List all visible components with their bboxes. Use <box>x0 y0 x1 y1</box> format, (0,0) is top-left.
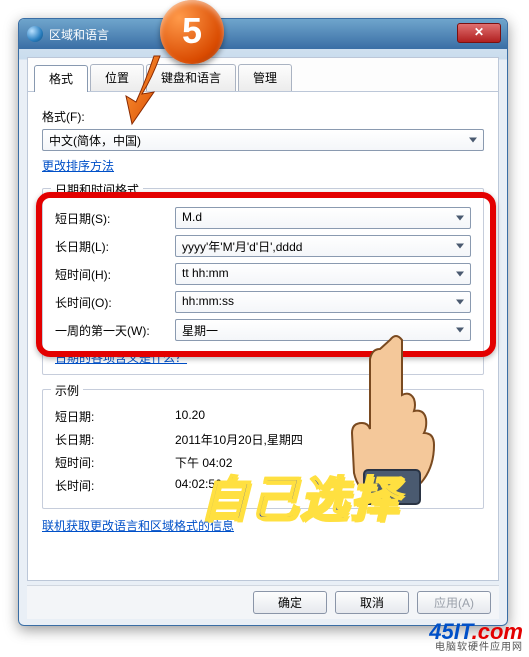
ex-short-time-value: 下午 04:02 <box>175 454 471 471</box>
combo-short-date[interactable]: M.d <box>175 207 471 229</box>
datetime-group-title: 日期和时间格式 <box>51 181 143 198</box>
ex-long-time-value: 04:02:56 <box>175 477 471 494</box>
ex-long-date-label: 长日期: <box>55 431 175 448</box>
row-short-date: 短日期(S): M.d <box>55 207 471 229</box>
label-long-time: 长时间(O): <box>55 294 175 311</box>
cancel-button[interactable]: 取消 <box>335 591 409 614</box>
format-pane: 格式(F): 中文(简体，中国) 更改排序方法 日期和时间格式 短日期(S): … <box>28 92 498 542</box>
combo-long-time-value: hh:mm:ss <box>182 294 234 308</box>
client-area: 格式 位置 键盘和语言 管理 格式(F): 中文(简体，中国) 更改排序方法 日… <box>27 57 499 581</box>
apply-button[interactable]: 应用(A) <box>417 591 491 614</box>
online-info-link[interactable]: 联机获取更改语言和区域格式的信息 <box>42 519 234 533</box>
row-long-date: 长日期(L): yyyy'年'M'月'd'日',dddd <box>55 235 471 257</box>
format-combo[interactable]: 中文(简体，中国) <box>42 129 484 151</box>
row-first-day: 一周的第一天(W): 星期一 <box>55 319 471 341</box>
label-long-date: 长日期(L): <box>55 238 175 255</box>
step-badge: 5 <box>160 0 224 64</box>
row-short-time: 短时间(H): tt hh:mm <box>55 263 471 285</box>
examples-title: 示例 <box>51 382 83 399</box>
titlebar: 区域和语言 ✕ <box>19 19 507 49</box>
globe-icon <box>27 26 43 42</box>
ok-button[interactable]: 确定 <box>253 591 327 614</box>
format-label: 格式(F): <box>42 108 484 125</box>
dialog-buttons: 确定 取消 应用(A) <box>27 585 499 619</box>
combo-short-time[interactable]: tt hh:mm <box>175 263 471 285</box>
date-meaning-link[interactable]: 日期的各项含义是什么？ <box>55 351 187 365</box>
close-button[interactable]: ✕ <box>457 23 501 43</box>
label-short-date: 短日期(S): <box>55 210 175 227</box>
change-sort-link[interactable]: 更改排序方法 <box>42 159 114 173</box>
combo-long-date-value: yyyy'年'M'月'd'日',dddd <box>182 240 302 254</box>
combo-first-day[interactable]: 星期一 <box>175 319 471 341</box>
ex-short-date-label: 短日期: <box>55 408 175 425</box>
region-language-dialog: 区域和语言 ✕ 格式 位置 键盘和语言 管理 格式(F): 中文(简体，中国) … <box>18 18 508 626</box>
tab-location[interactable]: 位置 <box>90 64 144 91</box>
combo-short-time-value: tt hh:mm <box>182 266 229 280</box>
combo-long-time[interactable]: hh:mm:ss <box>175 291 471 313</box>
format-combo-value: 中文(简体，中国) <box>49 134 141 148</box>
tab-keyboard[interactable]: 键盘和语言 <box>146 64 236 91</box>
ex-short-date: 短日期: 10.20 <box>55 408 471 425</box>
tab-format[interactable]: 格式 <box>34 65 88 92</box>
ex-short-time: 短时间: 下午 04:02 <box>55 454 471 471</box>
tab-admin[interactable]: 管理 <box>238 64 292 91</box>
ex-long-date: 长日期: 2011年10月20日,星期四 <box>55 431 471 448</box>
examples-group: 示例 短日期: 10.20 长日期: 2011年10月20日,星期四 短时间: … <box>42 389 484 509</box>
label-short-time: 短时间(H): <box>55 266 175 283</box>
watermark-sub: 电脑软硬件应用网 <box>429 643 523 653</box>
ex-short-date-value: 10.20 <box>175 408 471 425</box>
ex-long-time-label: 长时间: <box>55 477 175 494</box>
window-title: 区域和语言 <box>49 26 109 43</box>
ex-short-time-label: 短时间: <box>55 454 175 471</box>
label-first-day: 一周的第一天(W): <box>55 322 175 339</box>
ex-long-time: 长时间: 04:02:56 <box>55 477 471 494</box>
datetime-format-group: 日期和时间格式 短日期(S): M.d 长日期(L): yyyy'年'M'月'd… <box>42 188 484 375</box>
combo-short-date-value: M.d <box>182 210 202 224</box>
combo-first-day-value: 星期一 <box>182 324 218 338</box>
combo-long-date[interactable]: yyyy'年'M'月'd'日',dddd <box>175 235 471 257</box>
row-long-time: 长时间(O): hh:mm:ss <box>55 291 471 313</box>
tabstrip: 格式 位置 键盘和语言 管理 <box>28 58 498 92</box>
ex-long-date-value: 2011年10月20日,星期四 <box>175 431 471 448</box>
